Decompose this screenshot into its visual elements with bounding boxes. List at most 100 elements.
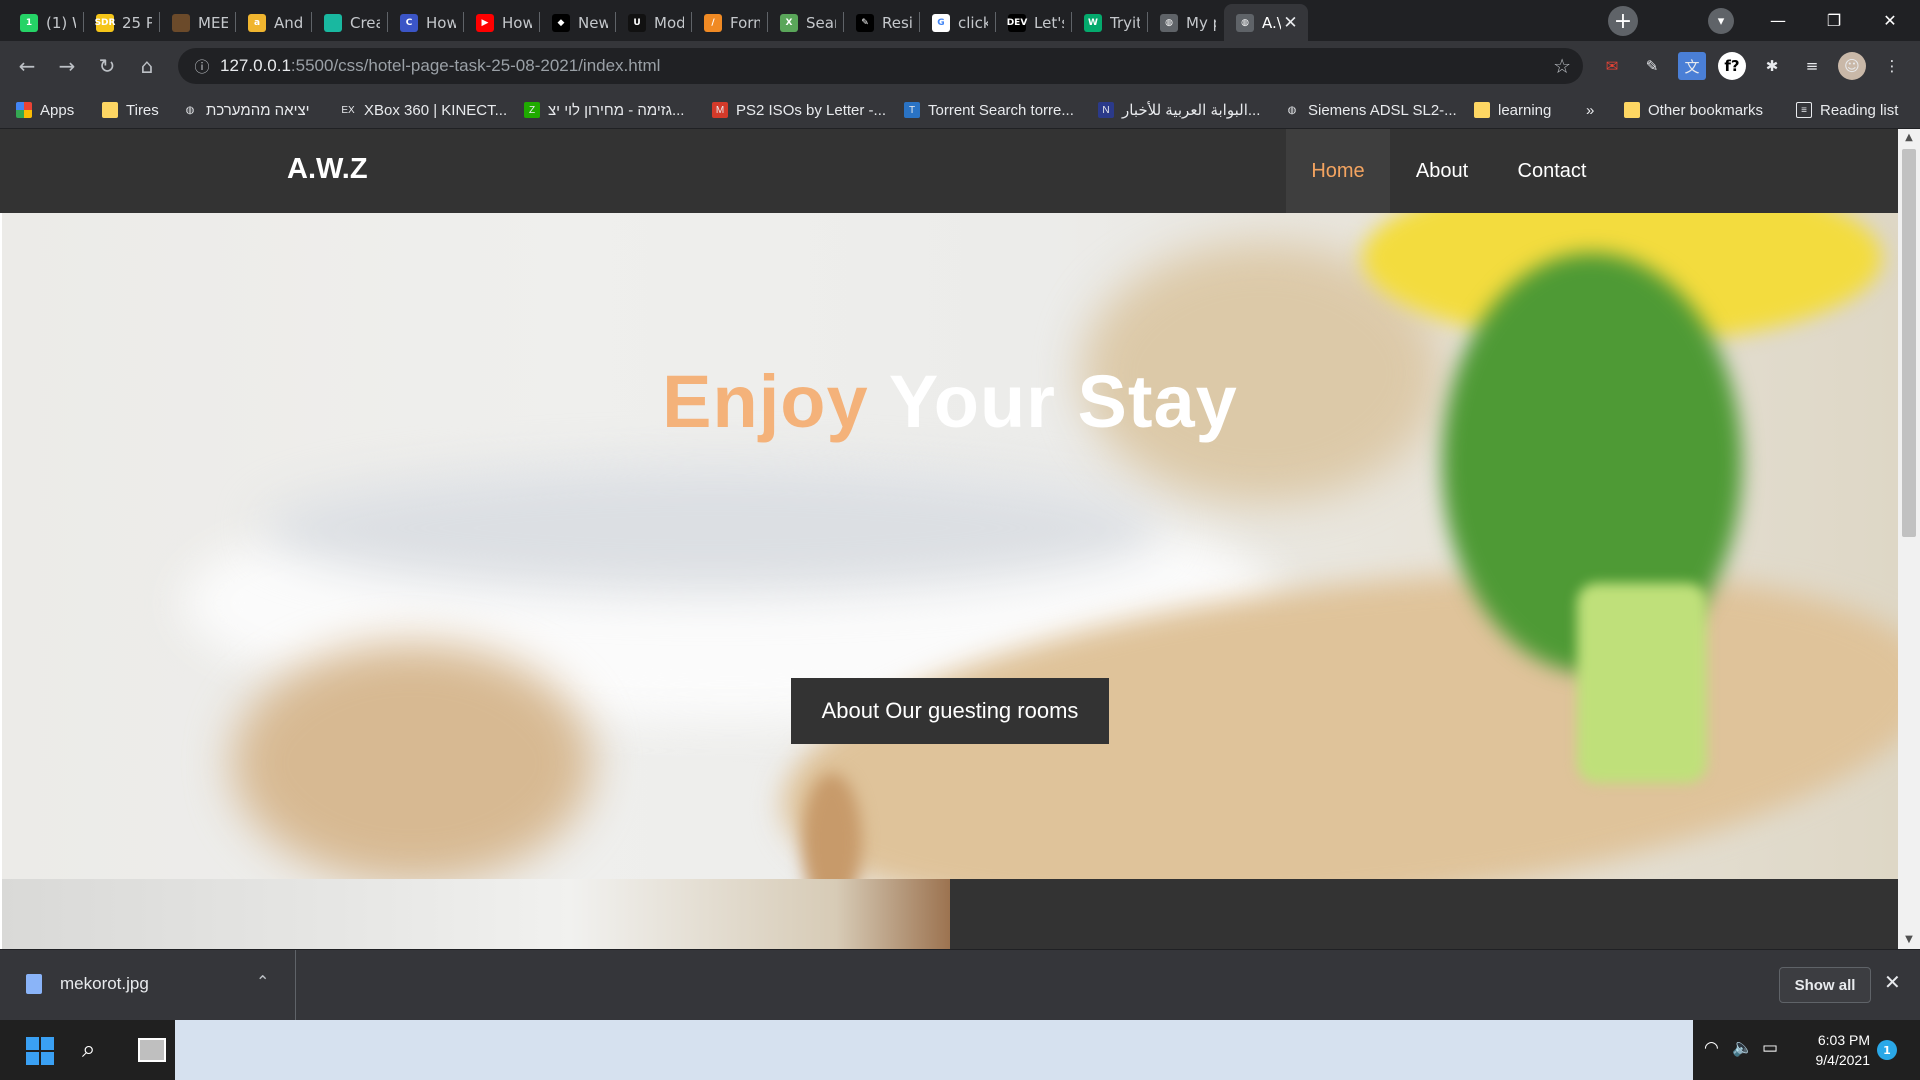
minimize-button[interactable]: — — [1750, 0, 1806, 40]
browser-tab[interactable]: SDR 25 Pro — [84, 4, 160, 41]
other-bookmarks-folder[interactable]: Other bookmarks — [1624, 99, 1763, 121]
bookmark-label: XBox 360 | KINECT... — [364, 101, 508, 119]
browser-tab[interactable]: ✎ Resizir — [844, 4, 920, 41]
tab-label: How t — [426, 13, 456, 32]
clock-date: 9/4/2021 — [1815, 1052, 1871, 1068]
bookmark-label: Siemens ADSL SL2-... — [1308, 101, 1457, 119]
bookmark-item[interactable]: M PS2 ISOs by Letter -... — [712, 99, 886, 121]
close-tab-icon[interactable]: ✕ — [1281, 13, 1300, 33]
font-extension-icon[interactable]: f? — [1718, 52, 1746, 80]
bookmark-item[interactable]: Z גזימה - מחירון לוי יצ... — [524, 99, 684, 121]
folder-icon — [1624, 102, 1640, 118]
scrollbar-thumb[interactable] — [1902, 149, 1916, 537]
browser-tab[interactable]: MEE - — [160, 4, 236, 41]
wifi-icon[interactable]: ◠ — [1704, 1038, 1719, 1058]
close-download-bar-icon[interactable]: ✕ — [1884, 970, 1901, 994]
browser-tab[interactable]: W Tryit E — [1072, 4, 1148, 41]
bookmarks-bar: Apps Tires ◍ יציאה מהמערכת EX XBox 360 | KINE… — [0, 91, 1920, 129]
bookmark-item[interactable]: learning — [1474, 99, 1551, 121]
browser-tab[interactable]: / Form : — [692, 4, 768, 41]
download-item[interactable]: mekorot.jpg ⌃ — [0, 950, 296, 1020]
chevron-up-icon[interactable]: ⌃ — [256, 972, 269, 991]
translate-icon[interactable]: 文 — [1678, 52, 1706, 80]
show-all-button[interactable]: Show all — [1779, 967, 1871, 1003]
page-scrollbar[interactable]: ▲ ▼ — [1898, 129, 1920, 949]
download-file-name[interactable]: mekorot.jpg — [60, 974, 149, 994]
tab-search-button[interactable]: ▾ — [1708, 8, 1734, 34]
volume-icon[interactable]: 🔈 — [1732, 1038, 1753, 1058]
bookmark-item[interactable]: ◍ Siemens ADSL SL2-... — [1284, 99, 1457, 121]
restore-button[interactable]: ❐ — [1806, 0, 1862, 40]
image-file-icon — [26, 974, 42, 994]
bookmarks-overflow-button[interactable]: » — [1586, 99, 1594, 121]
browser-tab[interactable]: ◆ New T — [540, 4, 616, 41]
tab-label: Tryit E — [1110, 13, 1140, 32]
bookmark-label: البوابة العربية للأخبار... — [1122, 102, 1261, 119]
globe-icon: ◍ — [1287, 104, 1297, 116]
gmail-icon[interactable]: ✉ — [1598, 52, 1626, 80]
bookmark-label: learning — [1498, 101, 1552, 119]
codepen-icon: ◆ — [552, 13, 570, 32]
bookmark-item[interactable]: Tires — [102, 99, 159, 121]
browser-tab[interactable]: 1 (1) Wh — [8, 4, 84, 41]
browser-tab[interactable]: X Search — [768, 4, 844, 41]
reading-list-button[interactable]: ≡ Reading list — [1796, 99, 1898, 121]
notification-badge[interactable]: 1 — [1877, 1040, 1897, 1060]
bookmark-label: Tires — [126, 101, 159, 119]
nav-home-link[interactable]: Home — [1286, 129, 1390, 213]
browser-tab[interactable]: U Moder — [616, 4, 692, 41]
bookmark-item[interactable]: Apps — [16, 99, 74, 121]
tab-label: click o — [958, 13, 988, 32]
browser-tab[interactable]: ◍ A.\ ✕ — [1224, 4, 1308, 41]
site-logo[interactable]: A.W.Z — [287, 153, 368, 186]
browser-tab[interactable]: C How t — [388, 4, 464, 41]
address-bar[interactable]: ⓘ 127.0.0.1:5500/css/hotel-page-task-25-… — [178, 48, 1583, 84]
room-image-section — [2, 879, 950, 949]
forward-button[interactable]: → — [52, 51, 82, 81]
tab-label: My po — [1186, 13, 1216, 32]
taskbar-clock[interactable]: 6:03 PM 9/4/2021 — [1800, 1030, 1871, 1070]
back-button[interactable]: ← — [12, 51, 42, 81]
browser-tab[interactable]: DEV Let's b — [996, 4, 1072, 41]
bookmark-item[interactable]: T Torrent Search torre... — [904, 99, 1074, 121]
tab-label: New T — [578, 13, 608, 32]
clock-time: 6:03 PM — [1817, 1032, 1870, 1048]
hero-title: Enjoy Your Stay — [662, 360, 1238, 443]
bookmark-item[interactable]: N البوابة العربية للأخبار... — [1098, 99, 1260, 121]
zap-icon: Z — [524, 102, 540, 118]
bookmark-item[interactable]: ◍ יציאה מהמערכת — [182, 99, 310, 121]
tab-label: Create — [350, 13, 380, 32]
home-button[interactable]: ⌂ — [132, 51, 162, 81]
browser-tab[interactable]: ▶ How t — [464, 4, 540, 41]
browser-tab[interactable]: a Andre — [236, 4, 312, 41]
bookmark-star-icon[interactable]: ☆ — [1553, 54, 1571, 78]
mario-icon: M — [712, 102, 728, 118]
reload-button[interactable]: ↻ — [92, 51, 122, 81]
url-text[interactable]: 127.0.0.1:5500/css/hotel-page-task-25-08… — [220, 56, 660, 76]
browser-tab[interactable]: Gclick o — [920, 4, 996, 41]
tab-label: Andre — [274, 13, 304, 32]
profile-avatar[interactable]: ☺ — [1838, 52, 1866, 80]
site-info-icon[interactable]: ⓘ — [184, 56, 220, 77]
close-window-button[interactable]: ✕ — [1862, 0, 1918, 40]
battery-icon[interactable]: ▭ — [1762, 1038, 1778, 1058]
bookmark-item[interactable]: EX XBox 360 | KINECT... — [340, 99, 507, 121]
windows-start-icon[interactable] — [26, 1037, 54, 1065]
taskbar-search-icon[interactable]: ⌕ — [82, 1035, 95, 1063]
scroll-down-arrow-icon[interactable]: ▼ — [1898, 931, 1920, 949]
nav-contact-link[interactable]: Contact — [1494, 129, 1610, 213]
new-tab-button[interactable]: + — [1608, 6, 1638, 36]
nav-about-link[interactable]: About — [1390, 129, 1494, 213]
google-icon: G — [932, 13, 950, 32]
media-queue-icon[interactable]: ≡ — [1798, 52, 1826, 80]
scroll-up-arrow-icon[interactable]: ▲ — [1898, 129, 1920, 147]
udemy-icon: U — [628, 13, 646, 32]
about-rooms-button[interactable]: About Our guesting rooms — [791, 678, 1109, 744]
extensions-puzzle-icon[interactable]: ✱ — [1758, 52, 1786, 80]
browser-tab[interactable]: ◍ My po — [1148, 4, 1224, 41]
browser-tab[interactable]: Create — [312, 4, 388, 41]
extension-eyedropper-icon[interactable]: ✎ — [1638, 52, 1666, 80]
taskbar-app-area — [175, 1020, 1693, 1080]
menu-kebab-icon[interactable]: ⋮ — [1878, 52, 1906, 80]
task-view-icon[interactable] — [138, 1038, 166, 1062]
